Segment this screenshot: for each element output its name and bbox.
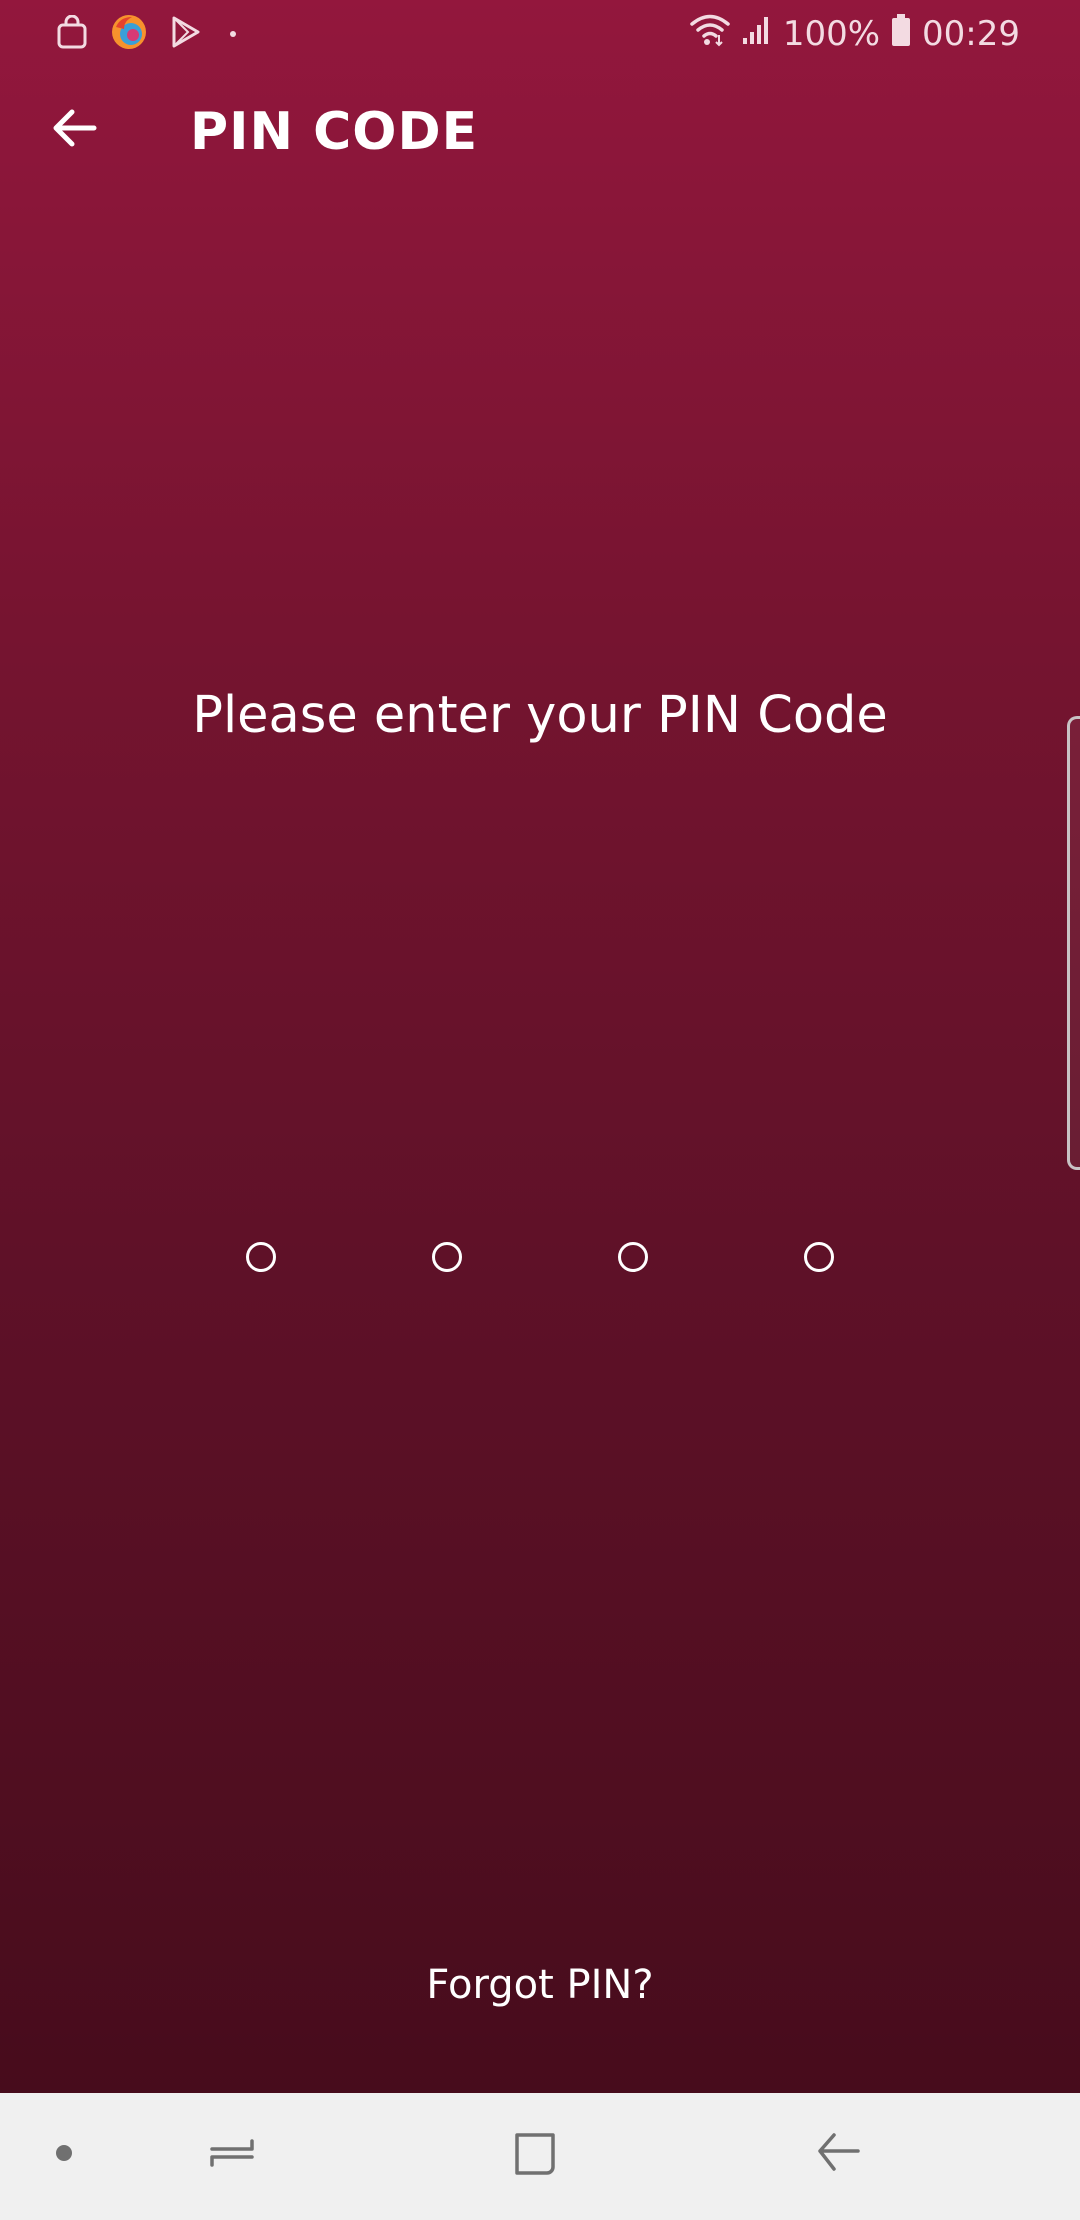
home-icon bbox=[511, 2129, 559, 2181]
nav-dot-button[interactable] bbox=[24, 2115, 104, 2195]
back-button[interactable] bbox=[40, 96, 108, 164]
play-store-icon bbox=[170, 15, 202, 53]
pin-dot-4 bbox=[804, 1242, 834, 1272]
screen: 100% 00:29 PIN CODE Please enter your PI… bbox=[0, 0, 1080, 2220]
back-nav-button[interactable] bbox=[798, 2115, 878, 2195]
edge-panel-handle[interactable] bbox=[1067, 716, 1080, 1170]
more-notifications-dot bbox=[230, 31, 236, 37]
forgot-pin-link[interactable]: Forgot PIN? bbox=[0, 1962, 1080, 2008]
notification-icons bbox=[56, 14, 236, 54]
dot-icon bbox=[54, 2143, 74, 2167]
home-button[interactable] bbox=[495, 2115, 575, 2195]
status-bar: 100% 00:29 bbox=[0, 0, 1080, 68]
arrow-left-icon bbox=[50, 108, 98, 152]
pin-dot-2 bbox=[432, 1242, 462, 1272]
pin-indicator bbox=[0, 1242, 1080, 1278]
system-status: 100% 00:29 bbox=[689, 12, 1020, 56]
clock: 00:29 bbox=[922, 14, 1020, 54]
navigation-bar bbox=[0, 2093, 1080, 2220]
back-icon bbox=[814, 2129, 862, 2181]
shopping-bag-icon bbox=[56, 14, 88, 53]
battery-percent: 100% bbox=[782, 14, 881, 54]
pin-dot-3 bbox=[618, 1242, 648, 1272]
wifi-icon bbox=[689, 13, 731, 56]
page-title: PIN CODE bbox=[190, 102, 479, 162]
pin-code-screen: 100% 00:29 PIN CODE Please enter your PI… bbox=[0, 0, 1080, 2093]
pin-prompt: Please enter your PIN Code bbox=[192, 686, 888, 745]
firefox-icon bbox=[110, 13, 148, 55]
recent-apps-button[interactable] bbox=[192, 2115, 272, 2195]
app-bar: PIN CODE bbox=[0, 68, 1080, 208]
battery-icon bbox=[890, 13, 912, 56]
signal-icon bbox=[741, 14, 773, 55]
recent-apps-icon bbox=[208, 2129, 256, 2181]
pin-dot-1 bbox=[246, 1242, 276, 1272]
